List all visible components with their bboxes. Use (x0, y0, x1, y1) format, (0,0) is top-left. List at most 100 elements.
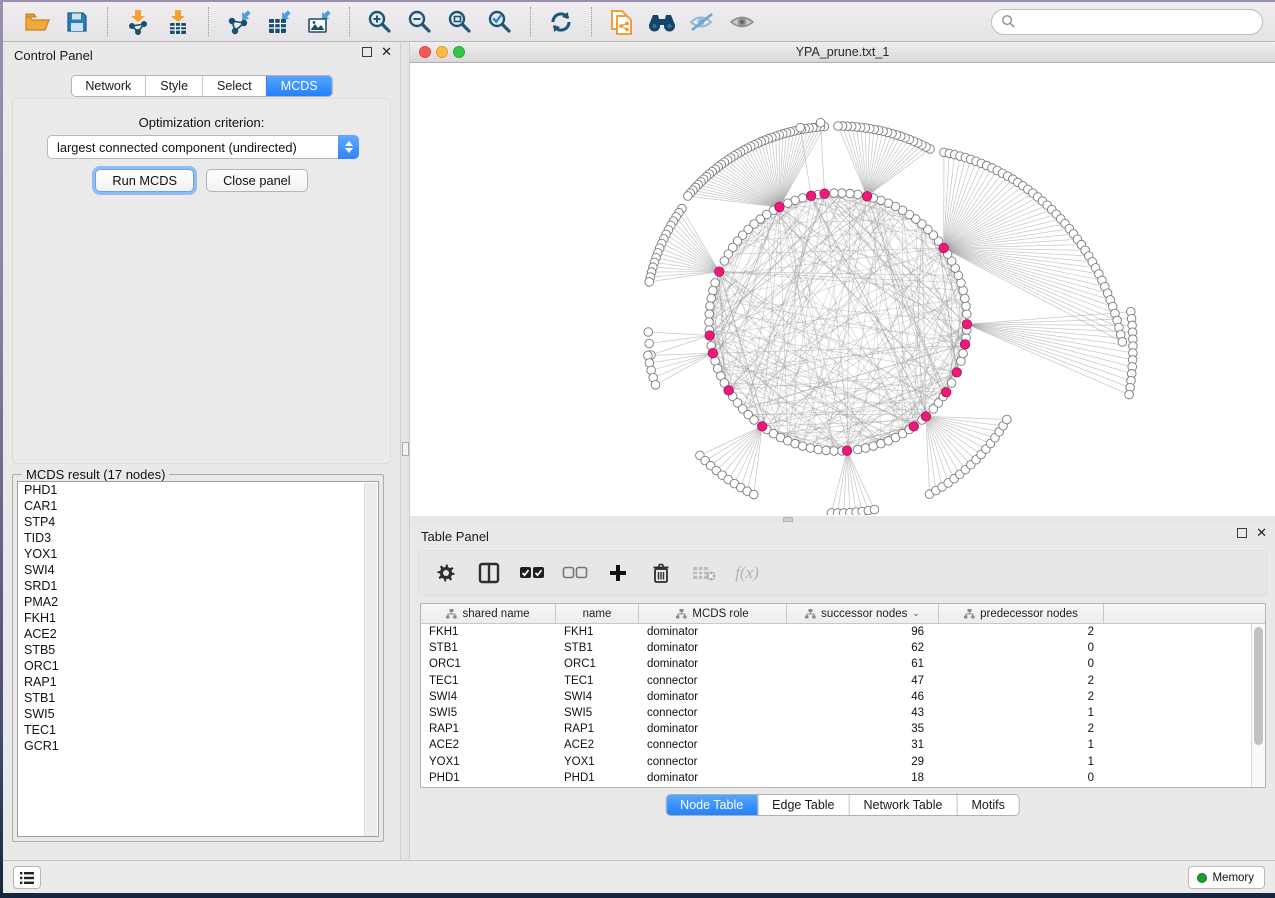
mcds-result-item[interactable]: SRD1 (18, 578, 378, 594)
save-session-button[interactable] (57, 6, 97, 38)
export-network-button[interactable] (219, 6, 259, 38)
network-leaf-node[interactable] (644, 328, 653, 337)
open-file-button[interactable] (17, 6, 57, 38)
mcds-dominator-node[interactable] (708, 349, 717, 358)
network-leaf-node[interactable] (816, 118, 825, 127)
network-node[interactable] (830, 189, 839, 198)
network-leaf-node[interactable] (684, 192, 693, 201)
mcds-result-item[interactable]: FKH1 (18, 610, 378, 626)
mcds-result-item[interactable]: SWI5 (18, 706, 378, 722)
close-panel-button[interactable]: Close panel (206, 169, 308, 192)
network-node[interactable] (806, 444, 815, 453)
refresh-view-button[interactable] (541, 6, 581, 38)
mcds-dominator-node[interactable] (921, 412, 930, 421)
mcds-result-item[interactable]: TEC1 (18, 722, 378, 738)
tab-style[interactable]: Style (145, 76, 202, 96)
table-row[interactable]: RAP1RAP1dominator352 (421, 721, 1265, 737)
mcds-dominator-node[interactable] (962, 320, 971, 329)
table-row[interactable]: TEC1TEC1connector472 (421, 673, 1265, 689)
mcds-list-scrollbar[interactable] (364, 483, 377, 837)
mcds-dominator-node[interactable] (842, 446, 851, 455)
network-leaf-node[interactable] (796, 123, 805, 132)
mcds-result-item[interactable]: STB5 (18, 642, 378, 658)
network-leaf-node[interactable] (645, 339, 654, 348)
network-window-titlebar[interactable]: YPA_prune.txt_1 (410, 42, 1275, 63)
tab-motifs[interactable]: Motifs (956, 795, 1018, 815)
mcds-dominator-node[interactable] (960, 340, 969, 349)
zoom-fit-button[interactable] (440, 6, 480, 38)
column-header-shared-name[interactable]: shared name (421, 604, 556, 623)
network-node[interactable] (750, 416, 759, 425)
network-node[interactable] (962, 310, 971, 319)
tab-network[interactable]: Network (71, 76, 145, 96)
mcds-dominator-node[interactable] (724, 386, 733, 395)
mcds-dominator-node[interactable] (862, 192, 871, 201)
network-leaf-node[interactable] (1118, 338, 1127, 347)
zoom-selected-button[interactable] (480, 6, 520, 38)
network-node[interactable] (705, 318, 714, 327)
minimize-window-traffic-light[interactable] (436, 46, 448, 58)
network-node[interactable] (846, 189, 855, 198)
mcds-dominator-node[interactable] (909, 422, 918, 431)
table-row[interactable]: STB1STB1dominator620 (421, 640, 1265, 656)
table-row[interactable]: SWI4SWI4dominator462 (421, 689, 1265, 705)
table-settings-button[interactable] (433, 560, 459, 586)
network-node[interactable] (853, 445, 862, 454)
network-leaf-node[interactable] (1003, 415, 1012, 424)
delete-column-button[interactable] (648, 560, 674, 586)
network-leaf-node[interactable] (750, 490, 759, 499)
table-row[interactable]: FKH1FKH1dominator962 (421, 624, 1265, 640)
table-row[interactable]: PHD1PHD1dominator180 (421, 770, 1265, 786)
table-row[interactable]: YOX1YOX1connector291 (421, 754, 1265, 770)
network-node[interactable] (861, 444, 870, 453)
mcds-dominator-node[interactable] (820, 189, 829, 198)
search-input[interactable] (1016, 15, 1246, 29)
network-leaf-node[interactable] (834, 122, 843, 131)
network-node[interactable] (720, 257, 729, 266)
mcds-dominator-node[interactable] (941, 388, 950, 397)
column-header-name[interactable]: name (556, 604, 639, 623)
column-header-MCDS-role[interactable]: MCDS role (639, 604, 787, 623)
mcds-result-item[interactable]: ORC1 (18, 658, 378, 674)
network-node[interactable] (822, 446, 831, 455)
import-network-button[interactable] (118, 6, 158, 38)
network-node[interactable] (961, 294, 970, 303)
network-node[interactable] (709, 286, 718, 295)
zoom-out-button[interactable] (400, 6, 440, 38)
table-scrollbar[interactable] (1251, 624, 1265, 787)
mcds-dominator-node[interactable] (775, 202, 784, 211)
network-leaf-node[interactable] (1125, 390, 1134, 399)
network-node[interactable] (706, 302, 715, 311)
memory-button[interactable]: Memory (1188, 866, 1265, 889)
mcds-result-item[interactable]: YOX1 (18, 546, 378, 562)
close-window-traffic-light[interactable] (419, 46, 431, 58)
mcds-result-item[interactable]: GCR1 (18, 738, 378, 754)
network-node[interactable] (814, 445, 823, 454)
splitter-handle[interactable] (402, 442, 409, 456)
mcds-dominator-node[interactable] (715, 267, 724, 276)
tab-network-table[interactable]: Network Table (849, 795, 957, 815)
table-row[interactable]: SWI5SWI5connector431 (421, 705, 1265, 721)
mcds-result-list[interactable]: PHD1CAR1STP4TID3YOX1SWI4SRD1PMA2FKH1ACE2… (17, 481, 379, 837)
network-leaf-node[interactable] (651, 381, 660, 390)
select-all-button[interactable] (519, 560, 545, 586)
mcds-dominator-node[interactable] (705, 331, 714, 340)
float-panel-icon[interactable] (362, 47, 372, 57)
mcds-result-item[interactable]: PMA2 (18, 594, 378, 610)
search-field[interactable] (991, 9, 1263, 35)
run-mcds-button[interactable]: Run MCDS (95, 169, 194, 192)
column-header-successor-nodes[interactable]: successor nodes⌄ (787, 604, 939, 623)
network-node[interactable] (959, 349, 968, 358)
mcds-dominator-node[interactable] (952, 368, 961, 377)
export-image-button[interactable] (299, 6, 339, 38)
network-node[interactable] (830, 447, 839, 456)
copy-style-button[interactable] (602, 6, 642, 38)
network-node[interactable] (705, 310, 714, 319)
mcds-result-item[interactable]: RAP1 (18, 674, 378, 690)
import-table-button[interactable] (158, 6, 198, 38)
mcds-dominator-node[interactable] (757, 422, 766, 431)
deselect-all-button[interactable] (562, 560, 588, 586)
network-leaf-node[interactable] (870, 505, 879, 514)
optimization-criterion-select[interactable]: largest connected component (undirected) (47, 135, 359, 159)
mcds-result-item[interactable]: CAR1 (18, 498, 378, 514)
